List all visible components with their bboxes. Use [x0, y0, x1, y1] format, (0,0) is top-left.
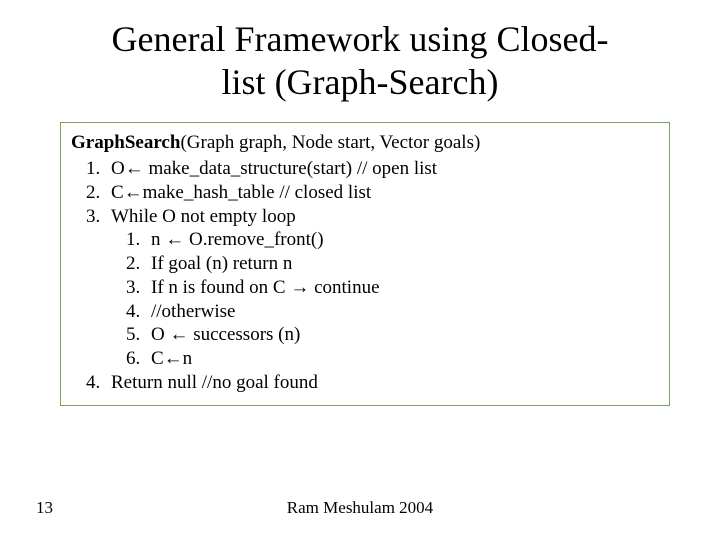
function-name: GraphSearch — [71, 132, 180, 153]
title-line-1: General Framework using Closed- — [112, 19, 609, 59]
slide-title: General Framework using Closed- list (Gr… — [0, 0, 720, 104]
function-signature: GraphSearch(Graph graph, Node start, Vec… — [71, 131, 659, 155]
title-line-2: list (Graph-Search) — [222, 62, 499, 102]
step-1: O← make_data_structure(start) // open li… — [105, 157, 659, 181]
step-3-4: //otherwise — [145, 300, 659, 324]
step-3-2: If goal (n) return n — [145, 252, 659, 276]
step-3: While O not empty loop n ← O.remove_fron… — [105, 205, 659, 371]
step-4: Return null //no goal found — [105, 371, 659, 395]
step-3-6: C←n — [145, 347, 659, 371]
step-3-5: O ← successors (n) — [145, 323, 659, 347]
inner-steps: n ← O.remove_front() If goal (n) return … — [111, 228, 659, 371]
step-3-3: If n is found on C → continue — [145, 276, 659, 300]
step-3-1: n ← O.remove_front() — [145, 228, 659, 252]
slide: General Framework using Closed- list (Gr… — [0, 0, 720, 540]
algorithm-box: GraphSearch(Graph graph, Node start, Vec… — [60, 122, 670, 405]
step-3-text: While O not empty loop — [111, 206, 296, 227]
author-footer: Ram Meshulam 2004 — [0, 498, 720, 518]
step-2: C←make_hash_table // closed list — [105, 181, 659, 205]
algorithm-steps: O← make_data_structure(start) // open li… — [71, 157, 659, 395]
function-params: (Graph graph, Node start, Vector goals) — [180, 132, 480, 153]
